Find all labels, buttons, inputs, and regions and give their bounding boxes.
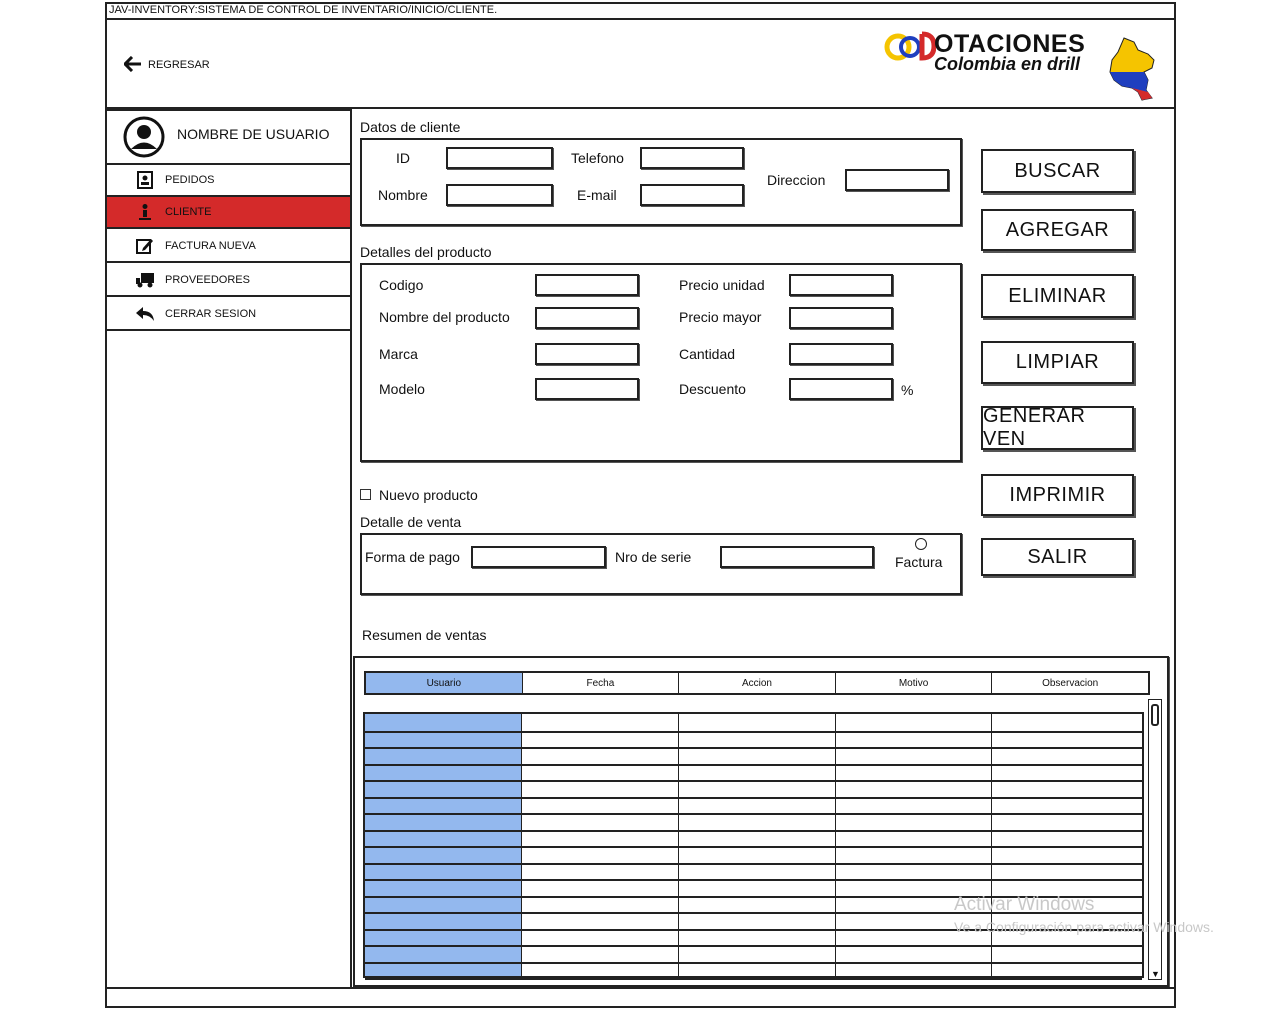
precio-unidad-field[interactable]: [789, 274, 893, 296]
reply-icon: [135, 304, 155, 324]
salir-button[interactable]: SALIR: [981, 538, 1134, 576]
column-header-observacion[interactable]: Observacion: [992, 673, 1148, 693]
sidebar-item-label: PROVEEDORES: [165, 274, 250, 286]
forma-pago-field[interactable]: [471, 546, 606, 568]
activation-watermark-title: Activar Windows: [954, 894, 1095, 915]
window-title: JAV-INVENTORY:SISTEMA DE CONTROL DE INVE…: [105, 2, 1176, 20]
generar-venta-button[interactable]: GENERAR VEN: [981, 405, 1134, 450]
producto-section-title: Detalles del producto: [360, 244, 492, 260]
arrow-left-icon: [122, 55, 142, 75]
user-name: NOMBRE DE USUARIO: [177, 126, 330, 142]
column-header-usuario[interactable]: Usuario: [366, 673, 523, 693]
cliente-section-title: Datos de cliente: [360, 119, 461, 135]
sidebar-item-label: FACTURA NUEVA: [165, 240, 256, 252]
scroll-down-arrow-icon[interactable]: ▼: [1151, 970, 1160, 979]
marca-field[interactable]: [535, 343, 639, 365]
direccion-label: Direccion: [767, 172, 826, 188]
telefono-field[interactable]: [640, 147, 744, 169]
back-button[interactable]: REGRESAR: [122, 54, 210, 76]
resumen-table: [363, 712, 1144, 980]
eliminar-button[interactable]: ELIMINAR: [981, 274, 1134, 318]
percent-label: %: [901, 382, 914, 398]
logo-tagline: Colombia en drill: [934, 54, 1081, 74]
sidebar-item-cliente[interactable]: CLIENTE: [105, 197, 352, 229]
id-field[interactable]: [446, 147, 553, 169]
modelo-label: Modelo: [379, 381, 425, 397]
email-field[interactable]: [640, 184, 744, 206]
buscar-button[interactable]: BUSCAR: [981, 149, 1134, 193]
modelo-field[interactable]: [535, 378, 639, 400]
imprimir-button[interactable]: IMPRIMIR: [981, 474, 1134, 516]
precio-mayor-label: Precio mayor: [679, 309, 762, 325]
descuento-label: Descuento: [679, 381, 746, 397]
sidebar-item-label: PEDIDOS: [165, 174, 215, 186]
scrollbar-thumb[interactable]: [1151, 704, 1159, 726]
nuevo-producto-checkbox[interactable]: [360, 489, 371, 500]
precio-unidad-label: Precio unidad: [679, 277, 765, 293]
nro-serie-field[interactable]: [720, 546, 874, 568]
factura-label: Factura: [895, 554, 943, 570]
sidebar-item-label: CLIENTE: [165, 206, 212, 218]
back-label: REGRESAR: [148, 59, 210, 71]
contact-book-icon: [135, 170, 155, 190]
edit-icon: [135, 236, 155, 256]
descuento-field[interactable]: [789, 378, 893, 400]
nombre-label: Nombre: [378, 187, 428, 203]
sidebar-item-label: CERRAR SESION: [165, 308, 257, 320]
nombre-producto-label: Nombre del producto: [379, 309, 510, 325]
nombre-producto-field[interactable]: [535, 307, 639, 329]
resumen-table-header: Usuario Fecha Accion Motivo Observacion: [364, 671, 1150, 695]
email-label: E-mail: [577, 187, 617, 203]
forma-pago-label: Forma de pago: [365, 549, 460, 565]
column-header-motivo[interactable]: Motivo: [836, 673, 993, 693]
nro-serie-label: Nro de serie: [615, 549, 692, 565]
precio-mayor-field[interactable]: [789, 307, 893, 329]
company-logo: OTACIONES Colombia en drill: [882, 28, 1162, 104]
sidebar-item-proveedores[interactable]: PROVEEDORES: [105, 265, 352, 297]
table-row[interactable]: [365, 962, 1142, 980]
resumen-section-title: Resumen de ventas: [362, 627, 487, 643]
truck-icon: [135, 270, 155, 290]
person-icon: [135, 202, 155, 222]
nombre-field[interactable]: [446, 184, 553, 206]
activation-watermark-text: Ve a Configuración para activar Windows.: [954, 919, 1214, 935]
direccion-field[interactable]: [845, 169, 949, 191]
id-label: ID: [396, 150, 410, 166]
sidebar-item-pedidos[interactable]: PEDIDOS: [105, 165, 352, 197]
codigo-label: Codigo: [379, 277, 424, 293]
agregar-button[interactable]: AGREGAR: [981, 209, 1134, 251]
column-header-accion[interactable]: Accion: [679, 673, 836, 693]
cantidad-label: Cantidad: [679, 346, 736, 362]
cantidad-field[interactable]: [789, 343, 893, 365]
venta-section-title: Detalle de venta: [360, 514, 462, 530]
telefono-label: Telefono: [571, 150, 624, 166]
column-header-fecha[interactable]: Fecha: [523, 673, 680, 693]
sidebar-item-cerrar-sesion[interactable]: CERRAR SESION: [105, 299, 352, 331]
limpiar-button[interactable]: LIMPIAR: [981, 341, 1134, 384]
sidebar-item-factura-nueva[interactable]: FACTURA NUEVA: [105, 231, 352, 263]
user-avatar-icon: [123, 116, 165, 158]
codigo-field[interactable]: [535, 274, 639, 296]
marca-label: Marca: [379, 346, 418, 362]
factura-radio[interactable]: [915, 538, 927, 550]
colombia-map-icon: [1109, 37, 1155, 101]
footer-divider: [105, 987, 1176, 989]
table-scrollbar[interactable]: ▼: [1148, 699, 1162, 980]
nuevo-producto-label: Nuevo producto: [379, 487, 478, 503]
